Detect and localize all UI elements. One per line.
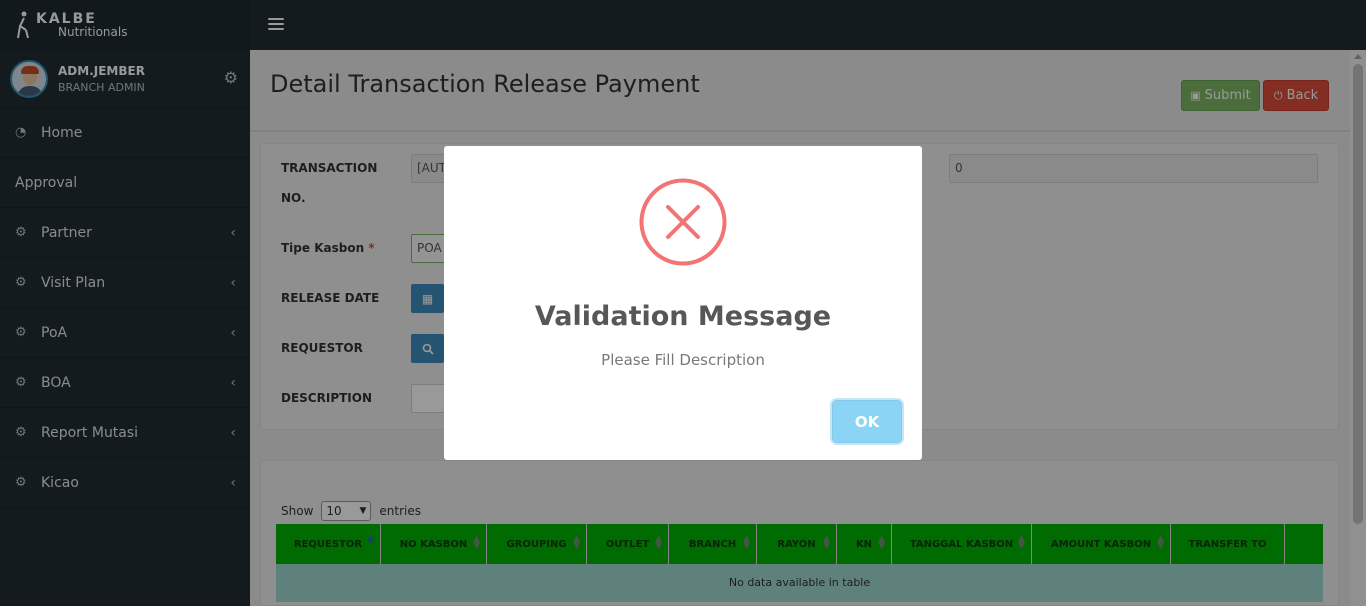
modal-message: Please Fill Description xyxy=(601,351,765,369)
error-x-icon xyxy=(639,178,727,266)
validation-modal: Validation Message Please Fill Descripti… xyxy=(444,146,922,460)
ok-button[interactable]: OK xyxy=(832,400,902,443)
modal-title: Validation Message xyxy=(534,301,832,332)
